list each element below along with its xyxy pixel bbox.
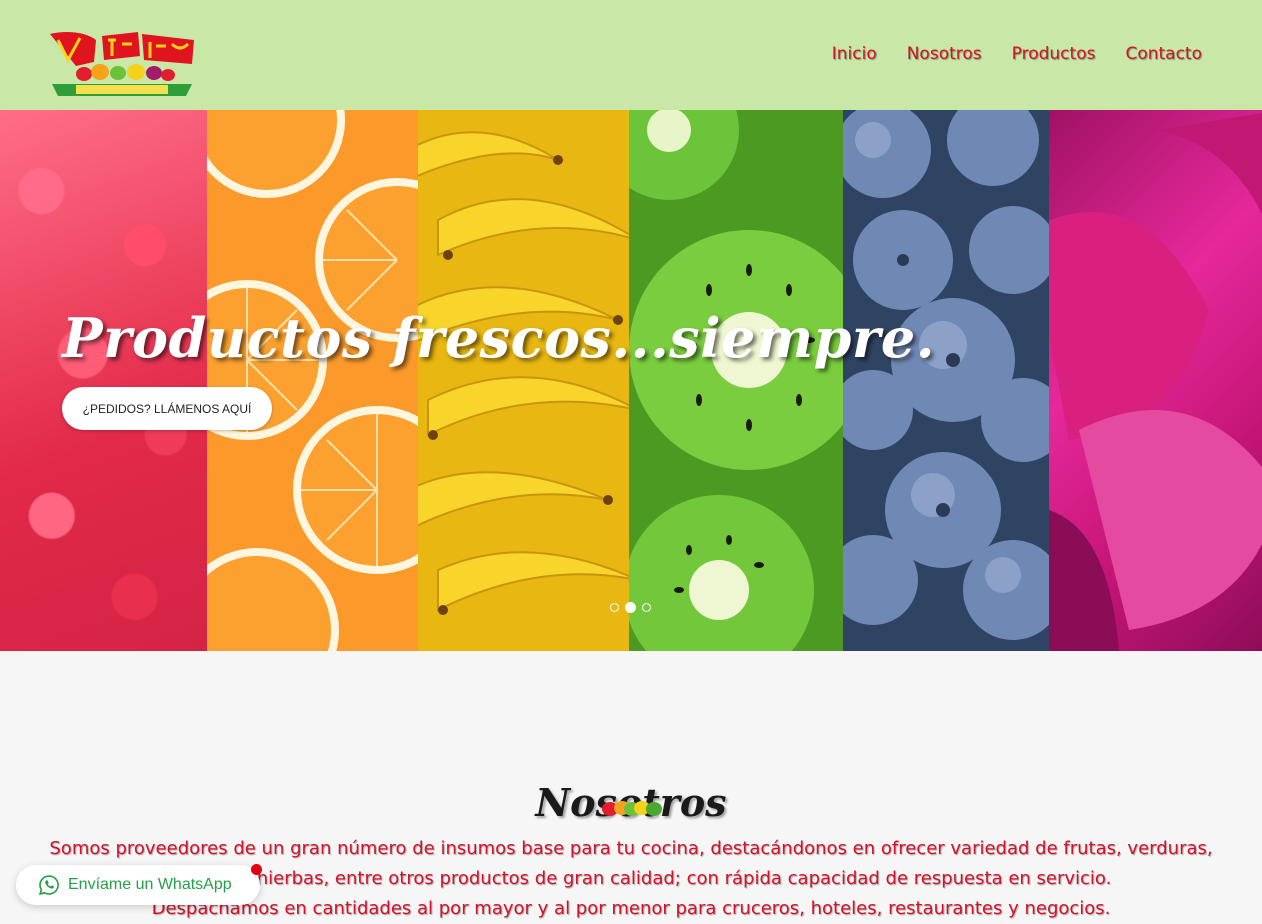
- hero-slider: Productos frescos...siempre. ¿PEDIDOS? L…: [0, 110, 1262, 651]
- whatsapp-label: Envíame un WhatsApp: [68, 876, 232, 893]
- kiwis-image: [629, 110, 843, 651]
- hero-title: Productos frescos...siempre.: [62, 306, 936, 370]
- nav-productos[interactable]: Productos: [1012, 44, 1096, 64]
- nav-inicio[interactable]: Inicio: [832, 44, 877, 64]
- slider-pagination: [610, 602, 651, 613]
- blueberries-image: [843, 110, 1049, 651]
- slide-dot-3[interactable]: [642, 603, 651, 612]
- slide-dot-1[interactable]: [610, 603, 619, 612]
- whatsapp-button[interactable]: Envíame un WhatsApp: [16, 864, 262, 905]
- whatsapp-icon: [38, 875, 59, 896]
- red-onions-image: [1049, 110, 1262, 651]
- about-line-1: Somos proveedores de un gran número de i…: [49, 838, 1213, 859]
- nav-nosotros[interactable]: Nosotros: [907, 44, 982, 64]
- fruit-divider-icon: [602, 801, 662, 816]
- notification-badge: [251, 864, 262, 875]
- oranges-image: [207, 110, 418, 651]
- call-us-button[interactable]: ¿PEDIDOS? LLÁMENOS AQUÍ: [62, 387, 272, 430]
- slide-dot-2-active[interactable]: [625, 602, 636, 613]
- nav-contacto[interactable]: Contacto: [1125, 44, 1202, 64]
- site-header: Inicio Nosotros Productos Contacto: [0, 0, 1262, 110]
- raspberries-image: [0, 110, 207, 651]
- main-nav: Inicio Nosotros Productos Contacto: [832, 44, 1202, 64]
- bananas-image: [418, 110, 629, 651]
- brand-logo[interactable]: [46, 26, 198, 98]
